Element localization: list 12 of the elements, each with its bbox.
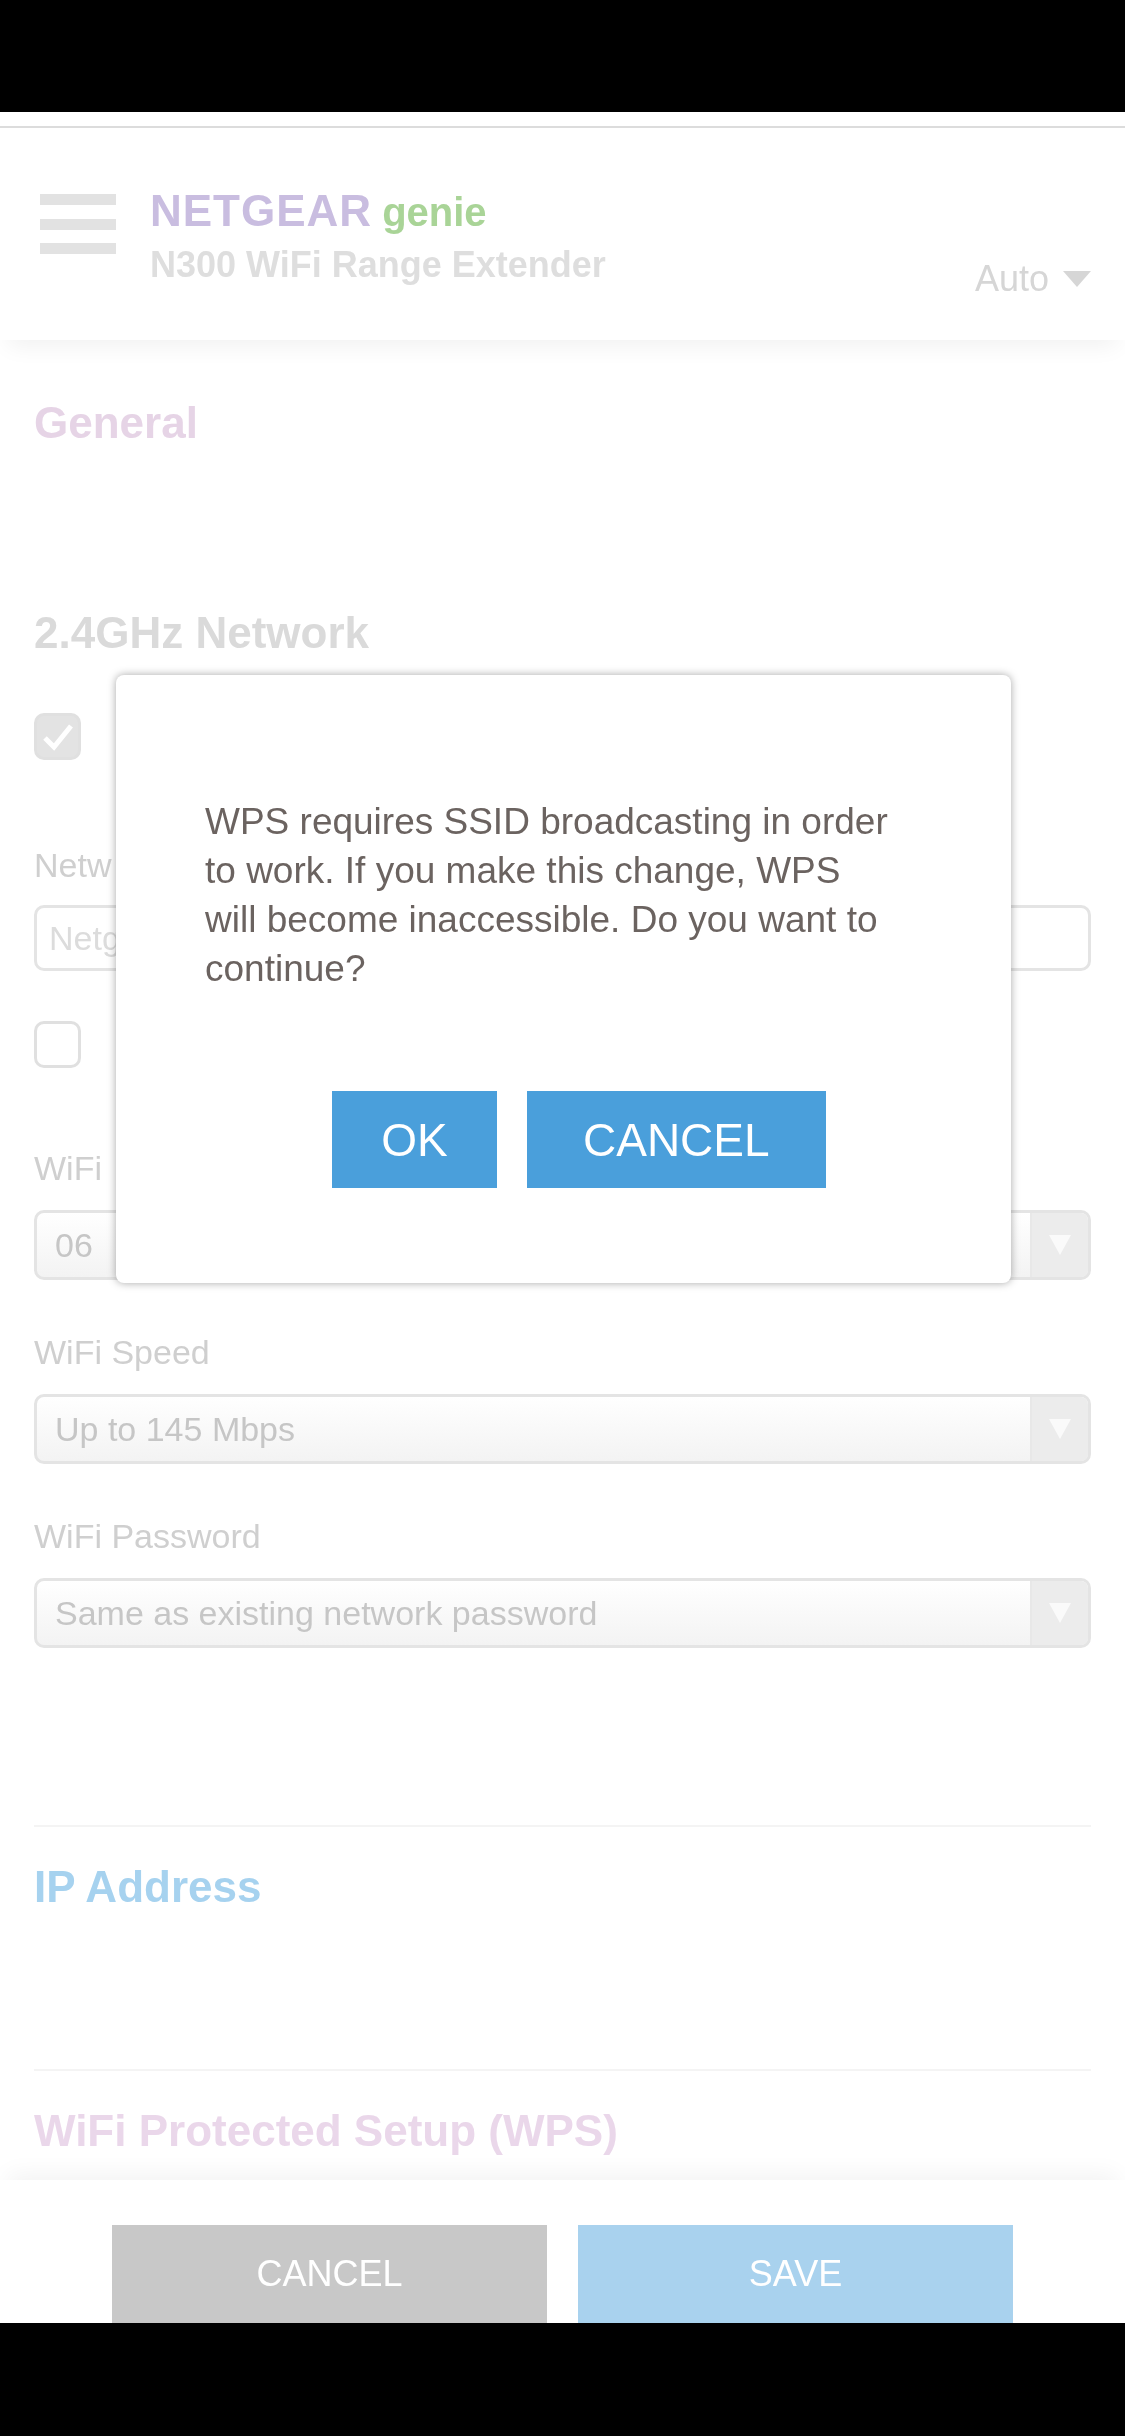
brand-logo: NETGEAR [150, 186, 373, 236]
ok-button[interactable]: OK [332, 1091, 497, 1188]
menu-icon[interactable] [40, 194, 116, 254]
check-icon [41, 722, 74, 751]
save-button[interactable]: SAVE [578, 2225, 1013, 2323]
checkbox[interactable] [34, 1021, 81, 1068]
product-logo: genie [382, 189, 487, 236]
section-heading[interactable]: IP Address [34, 1862, 1091, 1912]
cancel-button[interactable]: CANCEL [527, 1091, 826, 1188]
dialog-message: WPS requires SSID broadcasting in order to work. If you make this change, WPS will become inaccessible. Do you want to continue? [205, 800, 889, 991]
caret-icon [1063, 271, 1091, 287]
checkbox[interactable] [34, 713, 81, 760]
